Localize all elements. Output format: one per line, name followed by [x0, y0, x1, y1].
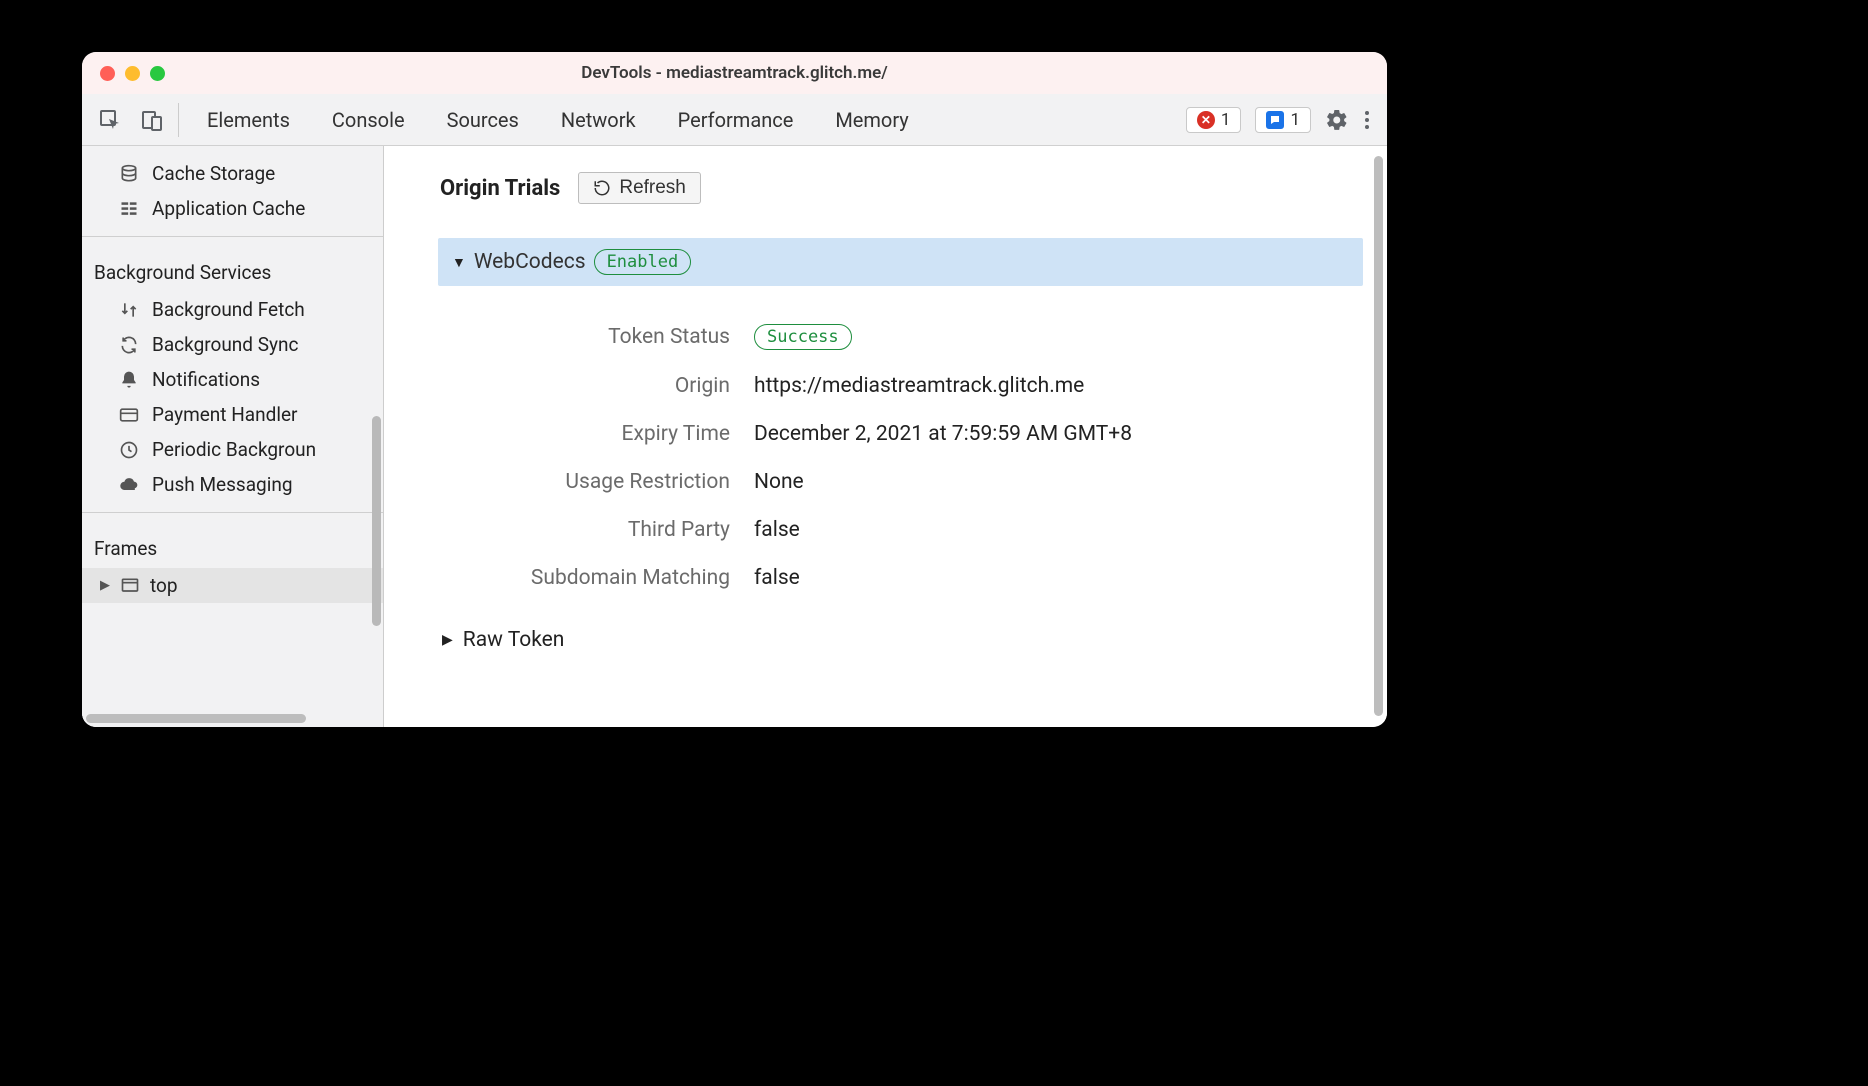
origin-trials-panel: Origin Trials Refresh ▼ WebCodecs Enable…	[384, 146, 1387, 727]
token-status-label: Token Status	[440, 325, 754, 349]
third-party-label: Third Party	[440, 518, 754, 542]
expiry-label: Expiry Time	[440, 422, 754, 446]
raw-token-toggle[interactable]: ▶ Raw Token	[440, 628, 1387, 652]
main-vertical-scrollbar[interactable]	[1374, 156, 1383, 716]
database-icon	[118, 164, 140, 184]
caret-down-icon: ▼	[452, 254, 466, 271]
frame-icon	[120, 576, 140, 596]
trial-status-badge: Enabled	[594, 249, 692, 275]
error-count-chip[interactable]: ✕ 1	[1186, 107, 1242, 133]
refresh-button[interactable]: Refresh	[578, 172, 701, 204]
row-usage-restriction: Usage Restriction None	[440, 458, 1387, 506]
token-status-badge: Success	[754, 324, 852, 350]
sidebar-item-payment-handler[interactable]: Payment Handler	[82, 397, 383, 432]
usage-value: None	[754, 470, 804, 494]
origin-value: https://mediastreamtrack.glitch.me	[754, 374, 1084, 398]
inspect-element-icon[interactable]	[98, 108, 122, 132]
application-sidebar: Cache Storage Application Cache Backgrou…	[82, 146, 384, 727]
sidebar-item-label: Application Cache	[152, 197, 305, 220]
sidebar-item-cache-storage[interactable]: Cache Storage	[82, 156, 383, 191]
row-expiry: Expiry Time December 2, 2021 at 7:59:59 …	[440, 410, 1387, 458]
error-count: 1	[1221, 110, 1231, 130]
sidebar-item-label: Payment Handler	[152, 403, 297, 426]
sidebar-item-label: Background Sync	[152, 333, 298, 356]
token-status-value: Success	[754, 324, 852, 350]
trial-details-table: Token Status Success Origin https://medi…	[440, 312, 1387, 602]
sync-icon	[118, 335, 140, 355]
sidebar-item-label: Notifications	[152, 368, 260, 391]
device-toolbar-icon[interactable]	[140, 108, 164, 132]
row-token-status: Token Status Success	[440, 312, 1387, 362]
transfer-icon	[118, 300, 140, 320]
sidebar-section-background-services[interactable]: Background Services	[82, 247, 383, 292]
sidebar-item-periodic-background-sync[interactable]: Periodic Backgroun	[82, 432, 383, 467]
frame-label: top	[150, 574, 178, 597]
expiry-value: December 2, 2021 at 7:59:59 AM GMT+8	[754, 422, 1132, 446]
bell-icon	[118, 370, 140, 390]
error-icon: ✕	[1197, 111, 1215, 129]
window-title: DevTools - mediastreamtrack.glitch.me/	[82, 63, 1387, 83]
sidebar-item-background-fetch[interactable]: Background Fetch	[82, 292, 383, 327]
subdomain-label: Subdomain Matching	[440, 566, 754, 590]
origin-label: Origin	[440, 374, 754, 398]
row-origin: Origin https://mediastreamtrack.glitch.m…	[440, 362, 1387, 410]
titlebar: DevTools - mediastreamtrack.glitch.me/	[82, 52, 1387, 94]
settings-icon[interactable]	[1325, 108, 1349, 132]
tab-network[interactable]: Network	[561, 108, 636, 132]
panel-title: Origin Trials	[440, 176, 560, 201]
trial-webcodecs-header[interactable]: ▼ WebCodecs Enabled	[438, 238, 1363, 286]
sidebar-section-frames[interactable]: Frames	[82, 523, 383, 568]
frame-top[interactable]: ▶ top	[82, 568, 383, 603]
subdomain-value: false	[754, 566, 800, 590]
cloud-icon	[118, 475, 140, 495]
usage-label: Usage Restriction	[440, 470, 754, 494]
row-subdomain-matching: Subdomain Matching false	[440, 554, 1387, 602]
more-options-icon[interactable]	[1363, 108, 1371, 132]
tab-memory[interactable]: Memory	[835, 108, 908, 132]
sidebar-item-notifications[interactable]: Notifications	[82, 362, 383, 397]
trial-name: WebCodecs	[474, 250, 586, 274]
sidebar-item-label: Background Fetch	[152, 298, 305, 321]
sidebar-item-label: Cache Storage	[152, 162, 275, 185]
raw-token-label: Raw Token	[463, 628, 565, 652]
sidebar-item-label: Periodic Backgroun	[152, 438, 316, 461]
panel-tabs: Elements Console Sources Network Perform…	[179, 108, 1186, 132]
tab-performance[interactable]: Performance	[678, 108, 794, 132]
issues-count: 1	[1290, 110, 1300, 130]
panel-body: Cache Storage Application Cache Backgrou…	[82, 146, 1387, 727]
sidebar-item-label: Push Messaging	[152, 473, 293, 496]
issue-icon	[1266, 111, 1284, 129]
devtools-tabstrip: Elements Console Sources Network Perform…	[82, 94, 1387, 146]
caret-right-icon: ▶	[442, 632, 453, 648]
tabstrip-right: ✕ 1 1	[1186, 107, 1377, 133]
row-third-party: Third Party false	[440, 506, 1387, 554]
refresh-label: Refresh	[619, 177, 686, 199]
credit-card-icon	[118, 405, 140, 425]
sidebar-vertical-scrollbar[interactable]	[372, 416, 381, 626]
tab-sources[interactable]: Sources	[447, 108, 519, 132]
sidebar-divider	[82, 236, 383, 237]
devtools-window: DevTools - mediastreamtrack.glitch.me/ E…	[82, 52, 1387, 727]
sidebar-horizontal-scrollbar[interactable]	[86, 714, 306, 723]
panel-header: Origin Trials Refresh	[440, 172, 1387, 204]
caret-right-icon: ▶	[100, 578, 110, 593]
sidebar-item-push-messaging[interactable]: Push Messaging	[82, 467, 383, 502]
refresh-icon	[593, 179, 611, 197]
tab-console[interactable]: Console	[332, 108, 405, 132]
inspect-tools	[92, 103, 179, 137]
tab-elements[interactable]: Elements	[207, 108, 290, 132]
issues-count-chip[interactable]: 1	[1255, 107, 1311, 133]
third-party-value: false	[754, 518, 800, 542]
clock-icon	[118, 440, 140, 460]
sidebar-item-background-sync[interactable]: Background Sync	[82, 327, 383, 362]
grid-icon	[118, 199, 140, 219]
sidebar-divider	[82, 512, 383, 513]
sidebar-item-application-cache[interactable]: Application Cache	[82, 191, 383, 226]
